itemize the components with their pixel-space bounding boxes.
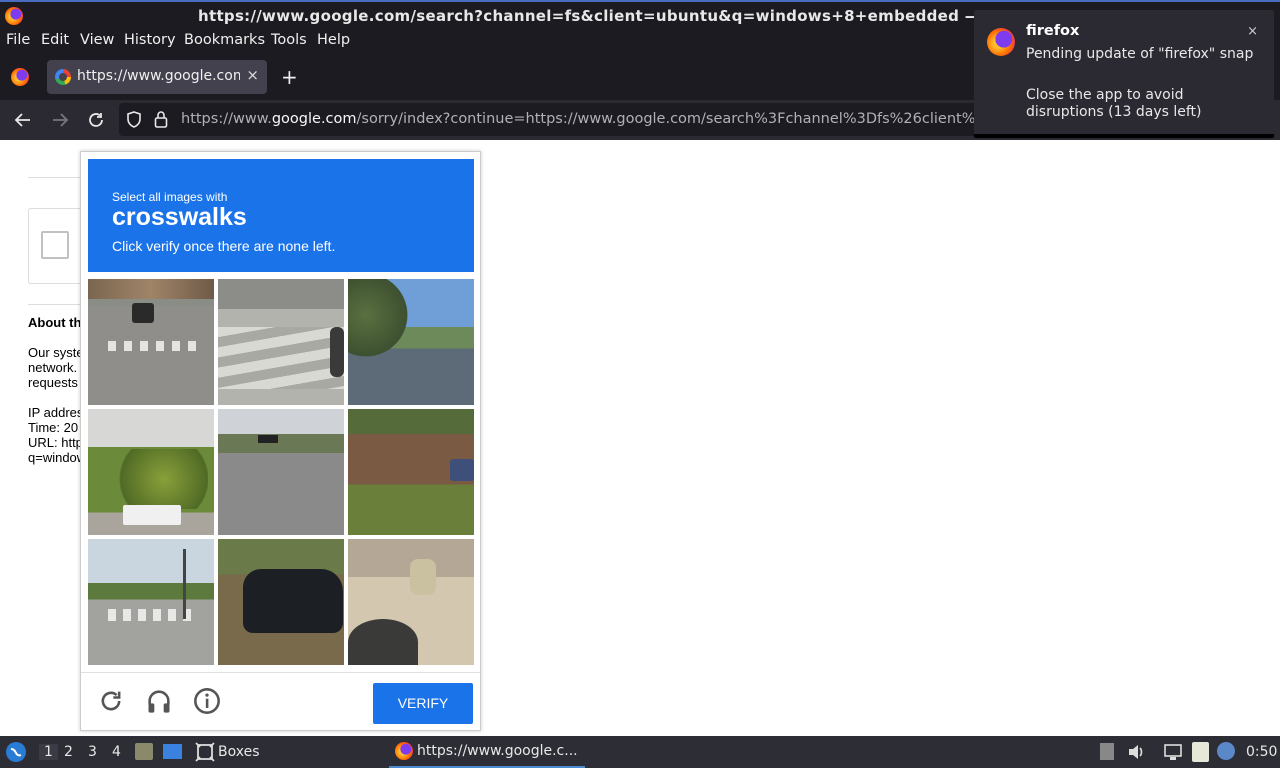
menu-bookmarks[interactable]: Bookmarks [184, 32, 265, 48]
recaptcha-checkbox[interactable] [41, 231, 69, 259]
clipboard-icon[interactable] [1192, 742, 1209, 762]
reload-icon[interactable] [87, 111, 105, 129]
shield-icon[interactable] [126, 111, 142, 128]
page-text: q=window [28, 450, 87, 465]
tray-updater-icon[interactable] [1100, 743, 1114, 760]
reload-icon[interactable] [97, 687, 125, 715]
notification-detail: Close the app to avoid disruptions (13 d… [1026, 87, 1202, 120]
page-text: requests [28, 375, 78, 390]
menu-edit[interactable]: Edit [41, 32, 69, 48]
firefox-task-label: https://www.google.c... [417, 743, 578, 759]
boxes-icon[interactable] [195, 742, 215, 762]
captcha-tile[interactable] [348, 409, 474, 535]
tab-close-icon[interactable]: × [246, 66, 259, 84]
google-favicon-icon [55, 69, 71, 85]
lock-icon[interactable] [154, 110, 168, 128]
menu-file[interactable]: File [6, 32, 30, 48]
firefox-task[interactable]: https://www.google.c... [389, 736, 585, 768]
url-text: https://www.google.com/sorry/index?conti… [181, 111, 979, 127]
url-domain: google.com [271, 111, 357, 127]
firefox-icon [395, 742, 413, 760]
url-prefix: https://www. [181, 111, 272, 127]
start-menu-icon[interactable] [5, 741, 27, 763]
page-text: network. [28, 360, 78, 375]
update-notification: firefox Pending update of "firefox" snap… [974, 10, 1274, 138]
captcha-keyword: crosswalks [112, 203, 247, 231]
captcha-instruction: Select all images with [112, 190, 228, 204]
boxes-task[interactable]: Boxes [218, 744, 260, 760]
url-bar[interactable]: https://www.google.com/sorry/index?conti… [119, 103, 979, 136]
firefox-icon [5, 7, 23, 25]
captcha-tile[interactable] [218, 409, 344, 535]
back-icon[interactable] [14, 111, 32, 129]
divider [28, 304, 80, 305]
volume-icon[interactable] [1127, 743, 1145, 761]
page-text: Our syste [28, 345, 84, 360]
network-icon[interactable] [1163, 743, 1183, 761]
tab-google[interactable]: https://www.google.com/sorry/index?conti… [47, 60, 267, 94]
captcha-tile[interactable] [218, 279, 344, 405]
firefox-view-icon[interactable] [11, 68, 29, 86]
clock[interactable]: 0:50 [1246, 744, 1277, 760]
menu-history[interactable]: History [124, 32, 176, 48]
window-title: https://www.google.com/search?channel=fs… [198, 7, 1001, 25]
menu-tools[interactable]: Tools [271, 32, 307, 48]
desktop-icon[interactable] [163, 744, 182, 759]
info-icon[interactable] [193, 687, 221, 715]
verify-button[interactable]: VERIFY [373, 683, 473, 724]
headphones-icon[interactable] [145, 687, 173, 715]
workspace-2[interactable]: 2 [64, 744, 73, 760]
workspace-4[interactable]: 4 [112, 744, 121, 760]
workspace-1[interactable]: 1 [39, 744, 58, 760]
forward-icon[interactable] [51, 111, 69, 129]
captcha-tile[interactable] [348, 539, 474, 665]
taskbar: 1 2 3 4 Boxes https://www.google.c... 0:… [0, 736, 1280, 768]
menu-help[interactable]: Help [317, 32, 350, 48]
captcha-hint: Click verify once there are none left. [112, 238, 336, 254]
divider [28, 177, 80, 178]
page-text: Time: 20 [28, 420, 79, 435]
about-heading: About th [28, 315, 82, 330]
new-tab-button[interactable]: + [281, 65, 298, 89]
notification-message: Pending update of "firefox" snap [1026, 46, 1254, 62]
captcha-tile[interactable] [88, 279, 214, 405]
file-manager-icon[interactable] [135, 743, 153, 760]
notification-title: firefox [1026, 23, 1080, 39]
page-text: IP addres [28, 405, 84, 420]
firefox-icon [987, 28, 1015, 56]
tab-label: https://www.google.com/sorry/index?conti… [77, 68, 240, 84]
notification-tray-icon[interactable] [1217, 742, 1235, 760]
captcha-header: Select all images with crosswalks Click … [88, 159, 474, 272]
captcha-tile[interactable] [218, 539, 344, 665]
notification-close-icon[interactable]: × [1247, 24, 1258, 39]
captcha-tile[interactable] [88, 409, 214, 535]
captcha-dialog: Select all images with crosswalks Click … [80, 151, 481, 731]
captcha-tile[interactable] [88, 539, 214, 665]
page-text: URL: http [28, 435, 83, 450]
menu-view[interactable]: View [80, 32, 114, 48]
workspace-3[interactable]: 3 [88, 744, 97, 760]
captcha-footer: VERIFY [81, 672, 480, 730]
captcha-tile[interactable] [348, 279, 474, 405]
url-rest: /sorry/index?continue=https://www.google… [356, 111, 979, 127]
